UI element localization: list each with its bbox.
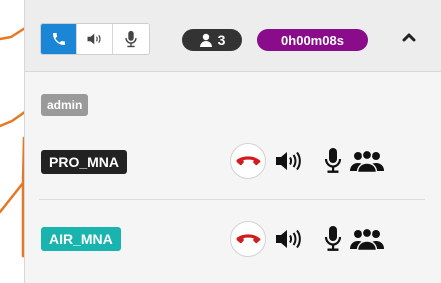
participant-controls-pro-mna	[230, 143, 384, 179]
speaker-toggle-button[interactable]	[77, 24, 113, 54]
mute-button[interactable]	[324, 225, 342, 253]
microphone-toggle-button[interactable]	[113, 24, 149, 54]
participant-label-air-mna: AIR_MNA	[41, 227, 121, 251]
phone-icon	[52, 33, 65, 45]
collapse-button[interactable]	[395, 23, 423, 51]
volume-button[interactable]	[274, 149, 304, 173]
speaker-icon	[87, 33, 101, 45]
participant-label-pro-mna: PRO_MNA	[41, 150, 128, 174]
participant-controls-air-mna	[230, 221, 384, 257]
conference-users-button[interactable]	[350, 227, 384, 251]
admin-badge: admin	[41, 94, 89, 116]
microphone-icon	[324, 148, 342, 173]
conference-panel: 3 0h00m08s admin PRO_MNA AIR_MNA	[24, 0, 441, 283]
participant-count: 3	[217, 32, 226, 48]
users-icon	[350, 227, 384, 251]
phone-toggle-button[interactable]	[41, 24, 77, 54]
microphone-icon	[125, 30, 137, 48]
hangup-button[interactable]	[230, 221, 266, 257]
conference-header: 3 0h00m08s	[25, 0, 441, 72]
speaker-icon	[276, 229, 301, 249]
mute-button[interactable]	[324, 147, 342, 175]
conference-users-button[interactable]	[350, 149, 384, 173]
call-timer: 0h00m08s	[281, 32, 344, 48]
hangup-icon	[236, 156, 261, 166]
participant-count-badge: 3	[182, 29, 242, 51]
users-icon	[350, 149, 384, 173]
stage: 3 0h00m08s admin PRO_MNA AIR_MNA	[0, 0, 441, 283]
microphone-icon	[324, 226, 342, 251]
volume-button[interactable]	[274, 227, 304, 251]
speaker-icon	[276, 151, 301, 171]
call-timer-badge: 0h00m08s	[257, 29, 368, 51]
hangup-button[interactable]	[230, 143, 266, 179]
hangup-icon	[236, 234, 261, 244]
participant-divider	[39, 199, 425, 200]
user-icon	[199, 33, 212, 47]
media-toggle-group	[40, 23, 150, 55]
chevron-up-icon	[402, 33, 416, 42]
